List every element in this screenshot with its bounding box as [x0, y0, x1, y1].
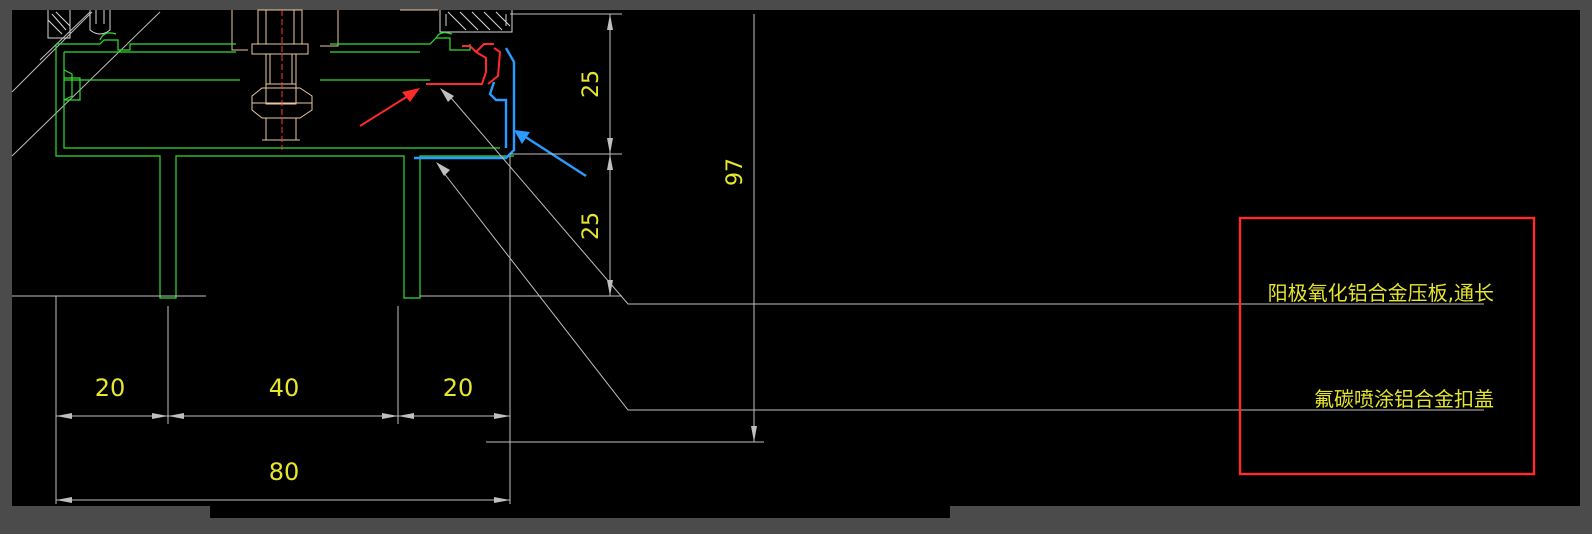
dimension-overall-height: 97 [723, 158, 748, 186]
dimension-top-segment: 25 [579, 70, 604, 98]
cad-viewport[interactable]: 25 25 97 20 40 20 80 阳极氧化铝合金压板,通长 氟碳喷涂铝合… [0, 0, 1592, 534]
drawing-background [12, 10, 1580, 506]
callout-cover-cap: 氟碳喷涂铝合金扣盖 [1314, 387, 1494, 411]
dimension-left-flange: 20 [95, 374, 126, 402]
dimension-bottom-segment: 25 [579, 212, 604, 240]
drawing-background-lower [210, 496, 950, 518]
cad-drawing-canvas[interactable]: 25 25 97 20 40 20 80 阳极氧化铝合金压板,通长 氟碳喷涂铝合… [0, 0, 1592, 534]
callout-pressure-plate: 阳极氧化铝合金压板,通长 [1268, 281, 1494, 305]
dimension-right-flange: 20 [443, 374, 474, 402]
dimension-middle-gap: 40 [269, 374, 300, 402]
dimension-overall-width: 80 [269, 458, 300, 486]
